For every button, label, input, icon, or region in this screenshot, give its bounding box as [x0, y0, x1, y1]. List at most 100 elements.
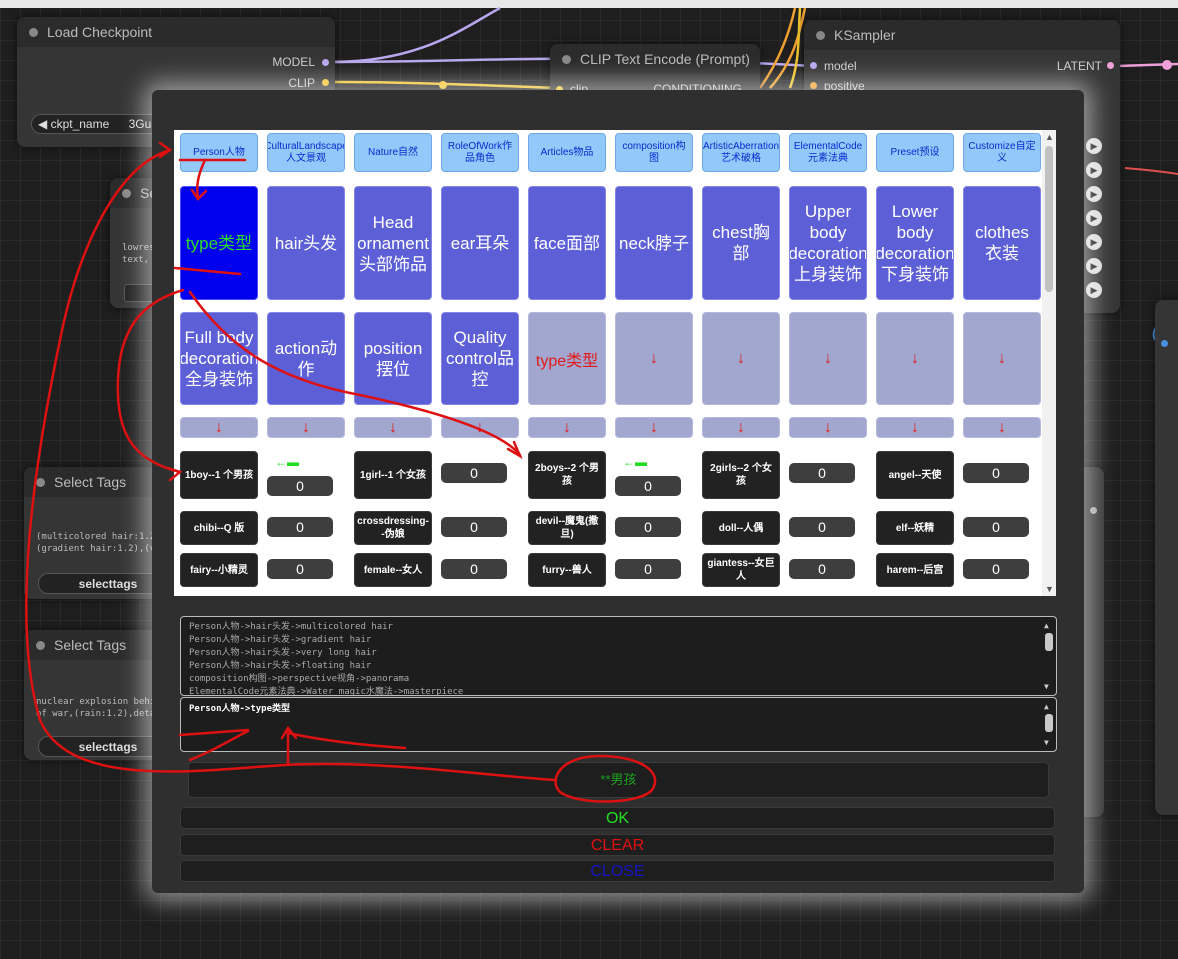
model-input-port[interactable]	[810, 62, 817, 69]
node-title[interactable]: Select Tags	[24, 467, 164, 497]
expand-arrow-button[interactable]: ↓	[876, 417, 954, 438]
close-button[interactable]: CLOSE	[180, 860, 1055, 882]
tag-counter[interactable]: 0	[789, 463, 855, 483]
subcategory-item[interactable]: Full body decoration全身装饰	[180, 312, 258, 405]
tag-item[interactable]: giantess--女巨人	[702, 553, 780, 587]
expand-arrow-button[interactable]: ↓	[702, 417, 780, 438]
expand-arrow-button[interactable]: ↓	[267, 417, 345, 438]
widget-arrow-icon[interactable]: ▶	[1086, 186, 1102, 202]
ok-button[interactable]: OK	[180, 807, 1055, 829]
clear-button[interactable]: CLEAR	[180, 834, 1055, 856]
tag-counter[interactable]: 0	[441, 517, 507, 537]
tag-item[interactable]: crossdressing--伪娘	[354, 511, 432, 545]
tag-item[interactable]: doll--人偶	[702, 511, 780, 545]
grid-scrollbar[interactable]: ▲ ▼	[1042, 130, 1056, 596]
tag-counter[interactable]: 0	[267, 517, 333, 537]
expand-arrow-button[interactable]: ↓	[180, 417, 258, 438]
widget-arrow-icon[interactable]: ▶	[1086, 258, 1102, 274]
current-path-textarea[interactable]: Person人物->type类型 ▲ ▼	[180, 697, 1057, 752]
subcategory-item-empty[interactable]: ↓	[876, 312, 954, 405]
tag-counter[interactable]: 0	[963, 559, 1029, 579]
scroll-up-icon[interactable]: ▲	[1045, 132, 1054, 142]
subcategory-item-empty[interactable]: ↓	[615, 312, 693, 405]
subcategory-item-empty[interactable]: ↓	[702, 312, 780, 405]
tag-counter[interactable]: 0	[267, 559, 333, 579]
subcategory-item[interactable]: action动作	[267, 312, 345, 405]
node-title[interactable]: Select Tags	[24, 630, 164, 660]
tag-item[interactable]: elf--妖精	[876, 511, 954, 545]
category-tab[interactable]: CulturalLandscape人文景观	[267, 133, 345, 172]
subcategory-item[interactable]: position摆位	[354, 312, 432, 405]
subcategory-item[interactable]: chest胸部	[702, 186, 780, 300]
subcategory-item[interactable]: Head ornament头部饰品	[354, 186, 432, 300]
expand-arrow-button[interactable]: ↓	[441, 417, 519, 438]
tag-counter[interactable]: 0	[615, 517, 681, 537]
selection-history-textarea[interactable]: Person人物->hair头发->multicolored hair Pers…	[180, 616, 1057, 696]
tag-item[interactable]: harem--后宫	[876, 553, 954, 587]
node-text[interactable]: (multicolored hair:1.2 (gradient hair:1.…	[36, 531, 164, 559]
category-tab[interactable]: Articles物品	[528, 133, 606, 172]
input-port[interactable]	[1161, 340, 1168, 347]
subcategory-item-empty[interactable]: type类型	[528, 312, 606, 405]
search-output-field[interactable]: **男孩	[188, 762, 1049, 798]
textarea-scrollbar[interactable]: ▲ ▼	[1044, 700, 1054, 749]
scroll-thumb[interactable]	[1045, 146, 1053, 292]
expand-arrow-button[interactable]: ↓	[963, 417, 1041, 438]
category-tab[interactable]: Person人物	[180, 133, 258, 172]
tag-item[interactable]: 1girl--1 个女孩	[354, 451, 432, 499]
latent-output-port[interactable]	[1107, 62, 1114, 69]
category-tab[interactable]: ElementalCode元素法典	[789, 133, 867, 172]
expand-arrow-button[interactable]: ↓	[789, 417, 867, 438]
tag-counter[interactable]: 0	[789, 559, 855, 579]
tag-item[interactable]: 1boy--1 个男孩	[180, 451, 258, 499]
tag-item[interactable]: chibi--Q 版	[180, 511, 258, 545]
node-title[interactable]: KSampler	[804, 20, 1120, 50]
subcategory-item[interactable]: ear耳朵	[441, 186, 519, 300]
tag-item[interactable]: devil--魔鬼(撒旦)	[528, 511, 606, 545]
model-output-port[interactable]	[322, 59, 329, 66]
subcategory-item[interactable]: Upper body decoration上身装饰	[789, 186, 867, 300]
tag-counter[interactable]: 0	[963, 463, 1029, 483]
tag-item[interactable]: angel--天使	[876, 451, 954, 499]
select-tags-node[interactable]: Select Tags nuclear explosion behi of wa…	[24, 630, 178, 760]
subcategory-item[interactable]: Quality control品控	[441, 312, 519, 405]
widget-arrow-icon[interactable]: ▶	[1086, 162, 1102, 178]
category-tab[interactable]: ArtisticAberration艺术破格	[702, 133, 780, 172]
positive-input-port[interactable]	[810, 82, 817, 89]
expand-arrow-button[interactable]: ↓	[615, 417, 693, 438]
widget-arrow-icon[interactable]: ▶	[1086, 282, 1102, 298]
category-tab[interactable]: Preset预设	[876, 133, 954, 172]
tag-counter[interactable]: 0	[441, 463, 507, 483]
textarea-scrollbar[interactable]: ▲ ▼	[1044, 619, 1054, 693]
category-tab[interactable]: Customize自定义	[963, 133, 1041, 172]
subcategory-item[interactable]: hair头发	[267, 186, 345, 300]
tag-counter[interactable]: 0	[789, 517, 855, 537]
node-title[interactable]: CLIP Text Encode (Prompt)	[550, 44, 760, 74]
node-text[interactable]: nuclear explosion behi of war,(rain:1.2)…	[36, 696, 164, 724]
tag-counter[interactable]: 0	[441, 559, 507, 579]
tag-item[interactable]: 2girls--2 个女孩	[702, 451, 780, 499]
subcategory-item[interactable]: Lower body decoration下身装饰	[876, 186, 954, 300]
tag-item[interactable]: fairy--小精灵	[180, 553, 258, 587]
partial-node-right[interactable]	[1155, 300, 1178, 815]
category-tab[interactable]: composition构图	[615, 133, 693, 172]
subcategory-item-empty[interactable]: ↓	[789, 312, 867, 405]
expand-arrow-button[interactable]: ↓	[354, 417, 432, 438]
clip-output-port[interactable]	[322, 79, 329, 86]
widget-arrow-icon[interactable]: ▶	[1086, 210, 1102, 226]
tag-counter[interactable]: 0	[615, 559, 681, 579]
category-tab[interactable]: RoleOfWork作品角色	[441, 133, 519, 172]
chevron-left-icon[interactable]: ◀	[38, 117, 47, 131]
tag-counter[interactable]: 0	[267, 476, 333, 496]
tag-item[interactable]: furry--兽人	[528, 553, 606, 587]
tag-counter[interactable]: 0	[615, 476, 681, 496]
subcategory-item-empty[interactable]: ↓	[963, 312, 1041, 405]
widget-arrow-icon[interactable]: ▶	[1086, 234, 1102, 250]
subcategory-item[interactable]: neck脖子	[615, 186, 693, 300]
scroll-down-icon[interactable]: ▼	[1045, 584, 1054, 594]
subcategory-item-selected[interactable]: type类型	[180, 186, 258, 300]
subcategory-item[interactable]: face面部	[528, 186, 606, 300]
widget-arrow-icon[interactable]: ▶	[1086, 138, 1102, 154]
category-tab[interactable]: Nature自然	[354, 133, 432, 172]
node-title[interactable]: Load Checkpoint	[17, 17, 335, 47]
